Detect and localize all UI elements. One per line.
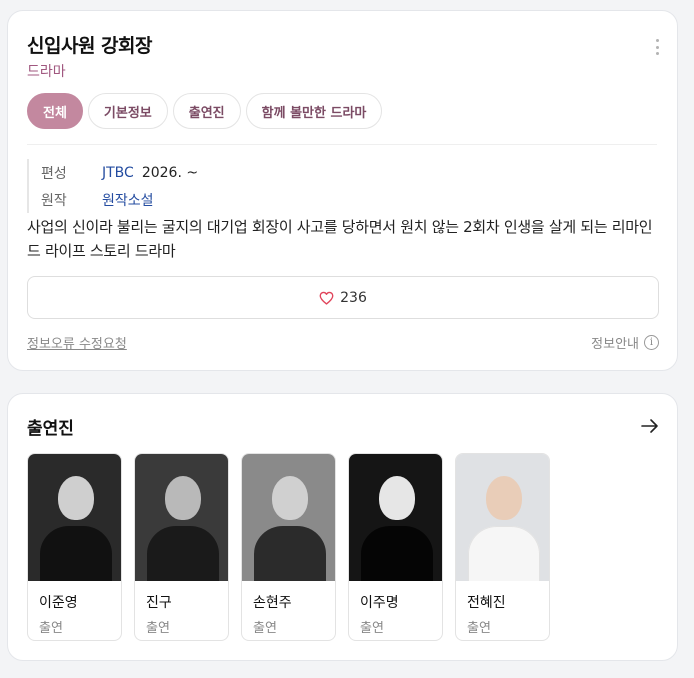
info-notice-label: 정보안내 (591, 337, 639, 352)
broadcast-row: 편성 JTBC 2026. ~ (41, 159, 198, 186)
cast-name: 이준영 (39, 595, 78, 611)
cast-name: 이주명 (360, 595, 399, 611)
drama-title: 신입사원 강회장 (27, 35, 152, 57)
like-count: 236 (340, 289, 367, 306)
cast-photo (349, 454, 442, 581)
tab-similar-dramas[interactable]: 함께 볼만한 드라마 (245, 93, 383, 129)
like-button[interactable]: 236 (27, 276, 659, 319)
cast-photo (28, 454, 121, 581)
cast-role: 출연 (253, 621, 277, 636)
arrow-right-icon[interactable] (641, 418, 659, 434)
cast-role: 출연 (146, 621, 170, 636)
broadcast-channel-link[interactable]: JTBC (102, 165, 134, 181)
cast-photo (242, 454, 335, 581)
cast-name: 손현주 (253, 595, 292, 611)
cast-role: 출연 (39, 621, 63, 636)
cast-section-title: 출연진 (27, 419, 74, 439)
cast-photo (456, 454, 549, 581)
cast-card-item[interactable]: 진구 출연 (134, 453, 229, 641)
original-link[interactable]: 원작소설 (102, 190, 154, 210)
drama-genre: 드라마 (27, 64, 66, 80)
cast-card-item[interactable]: 이준영 출연 (27, 453, 122, 641)
original-row: 원작 원작소설 (41, 186, 198, 213)
report-error-link[interactable]: 정보오류 수정요청 (27, 333, 127, 352)
cast-card-item[interactable]: 전혜진 출연 (455, 453, 550, 641)
synopsis: 사업의 신이라 불리는 굴지의 대기업 회장이 사고를 당하면서 원치 않는 2… (27, 218, 653, 260)
cast-photo (135, 454, 228, 581)
cast-list: 이준영 출연 진구 출연 손현주 출연 이주명 출연 전혜진 출연 (27, 453, 550, 641)
cast-name: 전혜진 (467, 595, 506, 611)
info-notice-button[interactable]: 정보안내 i (591, 333, 659, 352)
cast-role: 출연 (360, 621, 384, 636)
more-vertical-icon[interactable] (655, 39, 659, 55)
cast-role: 출연 (467, 621, 491, 636)
broadcast-date: 2026. ~ (141, 164, 199, 181)
tab-bar: 전체 기본정보 출연진 함께 볼만한 드라마 (27, 93, 383, 129)
drama-meta: 편성 JTBC 2026. ~ 원작 원작소설 (27, 159, 198, 213)
drama-info-card: 신입사원 강회장 드라마 전체 기본정보 출연진 함께 볼만한 드라마 편성 J… (7, 10, 678, 371)
tab-all[interactable]: 전체 (27, 93, 83, 129)
cast-name: 진구 (146, 595, 172, 611)
cast-card-item[interactable]: 손현주 출연 (241, 453, 336, 641)
cast-card: 출연진 이준영 출연 진구 출연 손현주 출연 이주명 출연 전혜진 출연 (7, 393, 678, 661)
original-label: 원작 (41, 192, 67, 209)
broadcast-label: 편성 (41, 165, 67, 182)
heart-icon (319, 291, 334, 305)
divider (27, 144, 657, 145)
cast-card-item[interactable]: 이주명 출연 (348, 453, 443, 641)
info-icon: i (644, 335, 659, 350)
tab-basic-info[interactable]: 기본정보 (87, 93, 168, 129)
tab-cast[interactable]: 출연진 (172, 93, 241, 129)
